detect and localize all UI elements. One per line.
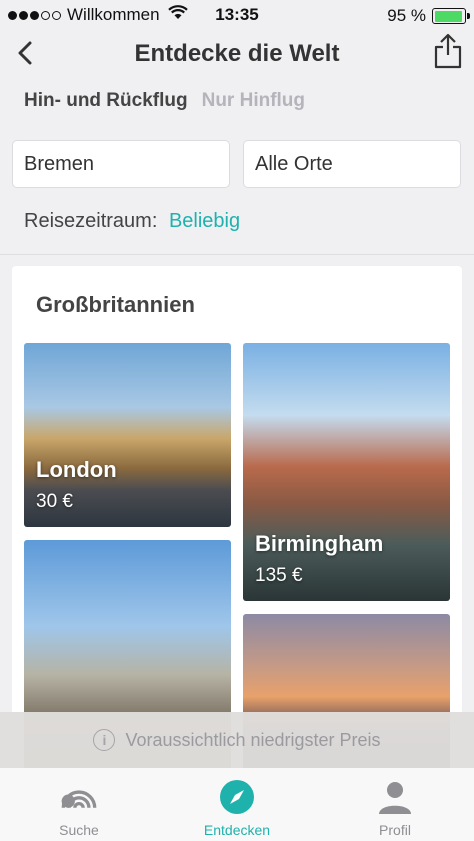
share-button[interactable] [432,32,464,70]
tab-label: Profil [379,822,411,838]
person-icon [376,778,414,816]
info-icon: i [93,729,116,751]
round-trip-option[interactable]: Hin- und Rückflug [24,90,188,112]
destination-price: 135 € [255,565,303,586]
back-button[interactable] [12,38,42,68]
destination-price: 30 € [36,491,73,512]
destination-tile-birmingham[interactable]: Birmingham 135 € [243,343,450,601]
tab-bar: Suche Entdecken Profil [0,768,474,841]
destination-city: Birmingham [255,531,384,556]
signal-icon [8,10,61,20]
destination-tile-london[interactable]: London 30 € [24,343,231,527]
share-icon [434,33,462,69]
carrier-name: Willkommen [67,5,160,24]
trip-type-toggle: Hin- und Rückflug Nur Hinflug [24,90,305,112]
wifi-icon [167,5,188,25]
page-title: Entdecke die Welt [134,40,340,67]
status-bar: Willkommen 13:35 95 % [0,0,474,30]
travel-period: Reisezeitraum: Beliebig [24,210,240,233]
battery-icon [432,8,470,24]
tab-label: Suche [59,822,99,838]
tab-profile[interactable]: Profil [316,768,474,841]
battery-percentage: 95 % [387,6,426,25]
chevron-left-icon [18,41,32,65]
divider [0,254,474,255]
tab-discover[interactable]: Entdecken [158,768,316,841]
compass-icon [218,778,256,816]
travel-period-value[interactable]: Beliebig [169,210,240,232]
one-way-option[interactable]: Nur Hinflug [202,90,305,112]
travel-period-label: Reisezeitraum: [24,210,158,232]
country-heading: Großbritannien [36,292,195,317]
price-info-text: Voraussichtlich niedrigster Preis [125,729,381,750]
price-info-banner: i Voraussichtlich niedrigster Preis [0,712,474,768]
destination-card: Großbritannien London 30 € Birmingham 13… [12,266,462,786]
destination-field[interactable]: Alle Orte [243,140,461,188]
origin-field[interactable]: Bremen [12,140,230,188]
tab-search[interactable]: Suche [0,768,158,841]
destination-city: London [36,457,117,482]
skyscanner-icon [60,778,98,816]
nav-bar: Entdecke die Welt [0,30,474,76]
tab-label: Entdecken [203,822,271,838]
